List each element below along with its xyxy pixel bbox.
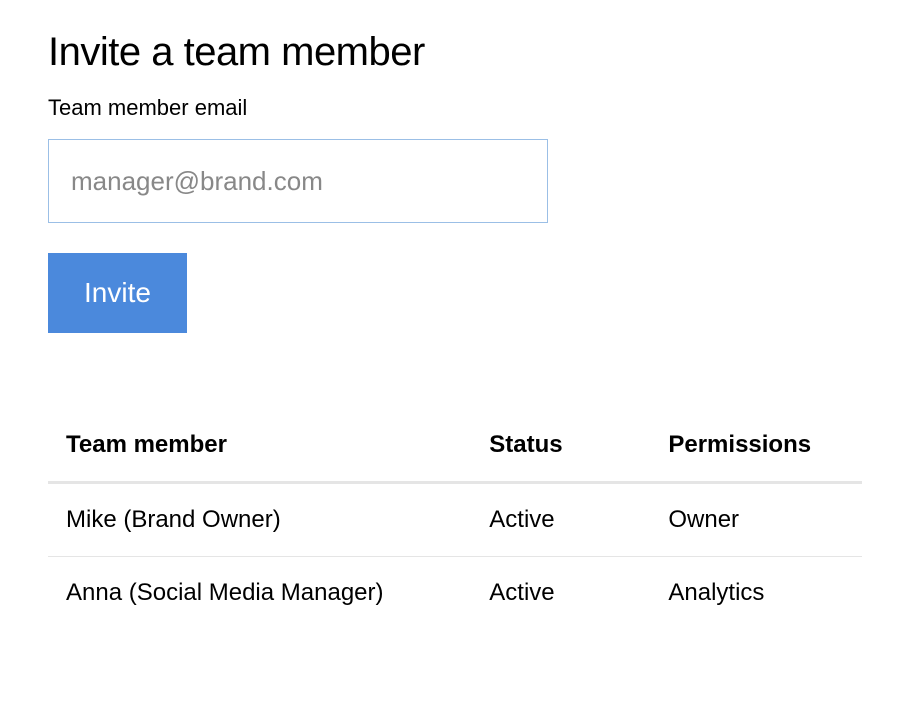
email-field-label: Team member email <box>48 95 862 121</box>
table-header-member: Team member <box>48 413 471 483</box>
cell-status: Active <box>471 557 650 630</box>
table-row: Anna (Social Media Manager) Active Analy… <box>48 557 862 630</box>
team-members-table: Team member Status Permissions Mike (Bra… <box>48 413 862 629</box>
page-title: Invite a team member <box>48 30 862 75</box>
cell-status: Active <box>471 483 650 557</box>
cell-member: Mike (Brand Owner) <box>48 483 471 557</box>
table-row: Mike (Brand Owner) Active Owner <box>48 483 862 557</box>
cell-permissions: Analytics <box>650 557 862 630</box>
table-header-permissions: Permissions <box>650 413 862 483</box>
table-header-status: Status <box>471 413 650 483</box>
cell-permissions: Owner <box>650 483 862 557</box>
email-field[interactable] <box>48 139 548 223</box>
invite-button[interactable]: Invite <box>48 253 187 333</box>
cell-member: Anna (Social Media Manager) <box>48 557 471 630</box>
